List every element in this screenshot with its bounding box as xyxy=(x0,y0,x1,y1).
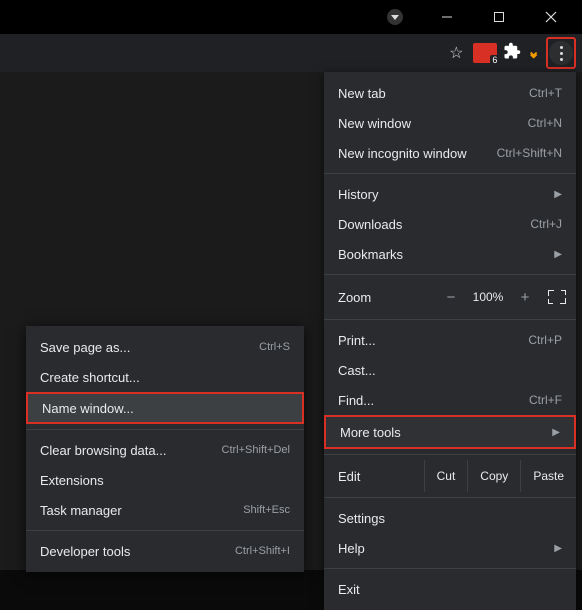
menu-separator xyxy=(324,497,576,498)
menu-edit-row: Edit Cut Copy Paste xyxy=(324,460,576,492)
menu-separator xyxy=(324,173,576,174)
menu-history[interactable]: History ▶ xyxy=(324,179,576,209)
more-tools-highlight: More tools ▶ xyxy=(324,415,576,449)
browser-toolbar: ☆ 6 ⌄⌄ xyxy=(0,34,582,72)
brave-shields-icon[interactable]: ⌄⌄ xyxy=(527,48,540,58)
edit-cut-button[interactable]: Cut xyxy=(424,460,468,492)
chrome-menu-button[interactable] xyxy=(549,41,573,65)
menu-more-tools[interactable]: More tools ▶ xyxy=(326,417,574,447)
menu-find[interactable]: Find... Ctrl+F xyxy=(324,385,576,415)
zoom-value: 100% xyxy=(468,290,508,304)
submenu-task-manager[interactable]: Task manager Shift+Esc xyxy=(26,495,304,525)
menu-separator xyxy=(324,454,576,455)
submenu-arrow-icon: ▶ xyxy=(554,249,562,260)
menu-exit[interactable]: Exit xyxy=(324,574,576,604)
menu-separator xyxy=(324,568,576,569)
submenu-name-window[interactable]: Name window... xyxy=(28,394,302,422)
submenu-developer-tools[interactable]: Developer tools Ctrl+Shift+I xyxy=(26,536,304,566)
menu-cast[interactable]: Cast... xyxy=(324,355,576,385)
submenu-extensions[interactable]: Extensions xyxy=(26,465,304,495)
edit-paste-button[interactable]: Paste xyxy=(520,460,576,492)
edit-copy-button[interactable]: Copy xyxy=(467,460,520,492)
extensions-icon[interactable] xyxy=(503,42,521,65)
menu-bookmarks[interactable]: Bookmarks ▶ xyxy=(324,239,576,269)
menu-separator xyxy=(324,319,576,320)
name-window-highlight: Name window... xyxy=(26,392,304,424)
extension-lastpass-icon[interactable]: 6 xyxy=(473,43,497,63)
submenu-clear-browsing[interactable]: Clear browsing data... Ctrl+Shift+Del xyxy=(26,435,304,465)
menu-help[interactable]: Help ▶ xyxy=(324,533,576,563)
menu-separator xyxy=(26,530,304,531)
menu-zoom-row: Zoom − 100% + xyxy=(324,280,576,314)
account-dropdown-icon[interactable] xyxy=(372,0,418,34)
menu-separator xyxy=(26,429,304,430)
chrome-menu-highlight xyxy=(546,37,576,69)
window-titlebar xyxy=(0,0,582,34)
submenu-arrow-icon: ▶ xyxy=(554,543,562,554)
menu-separator xyxy=(324,274,576,275)
close-button[interactable] xyxy=(528,0,574,34)
maximize-button[interactable] xyxy=(476,0,522,34)
zoom-in-button[interactable]: + xyxy=(514,289,536,306)
menu-new-window[interactable]: New window Ctrl+N xyxy=(324,108,576,138)
menu-new-tab[interactable]: New tab Ctrl+T xyxy=(324,78,576,108)
extension-badge-count: 6 xyxy=(490,55,499,65)
menu-downloads[interactable]: Downloads Ctrl+J xyxy=(324,209,576,239)
fullscreen-icon[interactable] xyxy=(548,290,566,304)
menu-new-incognito[interactable]: New incognito window Ctrl+Shift+N xyxy=(324,138,576,168)
submenu-create-shortcut[interactable]: Create shortcut... xyxy=(26,362,304,392)
bookmark-star-icon[interactable]: ☆ xyxy=(445,43,467,63)
submenu-save-page[interactable]: Save page as... Ctrl+S xyxy=(26,332,304,362)
chrome-main-menu: New tab Ctrl+T New window Ctrl+N New inc… xyxy=(324,72,576,610)
minimize-button[interactable] xyxy=(424,0,470,34)
more-tools-submenu: Save page as... Ctrl+S Create shortcut..… xyxy=(26,326,304,572)
submenu-arrow-icon: ▶ xyxy=(552,427,560,438)
menu-settings[interactable]: Settings xyxy=(324,503,576,533)
zoom-out-button[interactable]: − xyxy=(440,289,462,306)
menu-print[interactable]: Print... Ctrl+P xyxy=(324,325,576,355)
submenu-arrow-icon: ▶ xyxy=(554,189,562,200)
